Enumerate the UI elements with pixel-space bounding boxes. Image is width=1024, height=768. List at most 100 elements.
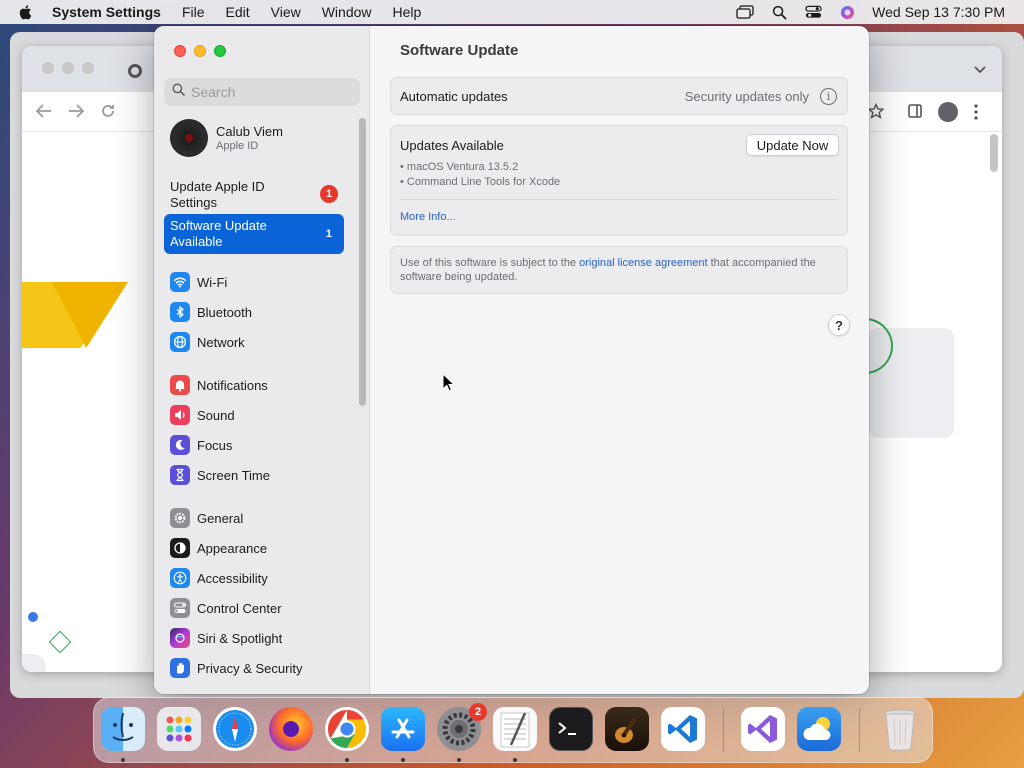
page-title: Software Update [400, 42, 519, 59]
more-info-link[interactable]: More Info... [400, 211, 456, 223]
license-notice-card: Use of this software is subject to the o… [390, 246, 848, 294]
sidebar-item-network[interactable]: Network [170, 331, 245, 353]
finder-icon[interactable] [101, 707, 145, 751]
license-agreement-link[interactable]: original license agreement [579, 257, 707, 269]
zoom-button[interactable] [214, 45, 226, 57]
menu-file[interactable]: File [182, 4, 205, 20]
sidebar-item-update-apple-id[interactable]: Update Apple ID Settings [170, 179, 310, 211]
browser-minimize-light[interactable] [62, 62, 74, 74]
sidebar-item-label: Screen Time [197, 467, 270, 483]
sidebar-item-label: Accessibility [197, 570, 268, 586]
sidebar-item-software-update[interactable]: Software Update Available 1 [164, 214, 344, 254]
sidebar-item-label: Focus [197, 437, 233, 453]
updates-available-card: Updates Available Update Now • macOS Ven… [390, 125, 848, 236]
sidebar-item-general[interactable]: General [170, 507, 243, 529]
menu-bar: System Settings File Edit View Window He… [0, 0, 1024, 24]
siri-icon [170, 628, 190, 648]
forward-arrow-icon[interactable] [68, 104, 85, 123]
sidebar-item-bluetooth[interactable]: Bluetooth [170, 301, 252, 323]
safari-icon[interactable] [213, 707, 257, 751]
visual-studio-icon[interactable] [741, 707, 785, 751]
menu-clock[interactable]: Wed Sep 13 7:30 PM [872, 4, 1005, 20]
minimize-button[interactable] [194, 45, 206, 57]
automatic-updates-label: Automatic updates [400, 89, 508, 104]
dock: 2 [93, 697, 933, 763]
apple-id-account[interactable]: Calub Viem Apple ID [170, 119, 283, 157]
sidebar-item-label: Software Update Available [170, 218, 267, 249]
sidebar-item-notifications[interactable]: Notifications [170, 374, 268, 396]
window-controls [174, 45, 226, 57]
firefox-icon[interactable] [269, 707, 313, 751]
sidebar-item-wifi[interactable]: Wi-Fi [170, 271, 227, 293]
browser-close-light[interactable] [42, 62, 54, 74]
vscode-icon[interactable] [661, 707, 705, 751]
siri-menu-icon[interactable] [838, 4, 856, 20]
info-icon[interactable]: i [820, 88, 837, 105]
update-now-button[interactable]: Update Now [746, 134, 839, 156]
chrome-icon[interactable] [325, 707, 369, 751]
app-store-icon[interactable] [381, 707, 425, 751]
running-indicator [457, 758, 461, 762]
sidebar-item-accessibility[interactable]: Accessibility [170, 567, 268, 589]
sidebar-item-label: Privacy & Security [197, 660, 303, 676]
speaker-icon [170, 405, 190, 425]
sidebar-item-label: Update Apple ID Settings [170, 179, 265, 210]
menu-help[interactable]: Help [393, 4, 422, 20]
menu-window[interactable]: Window [322, 4, 372, 20]
back-arrow-icon[interactable] [35, 104, 52, 123]
control-center-menu-icon[interactable] [804, 4, 822, 20]
browser-zoom-light[interactable] [82, 62, 94, 74]
menu-app-name[interactable]: System Settings [52, 4, 161, 20]
trash-icon[interactable] [878, 707, 922, 751]
license-notice: Use of this software is subject to the o… [400, 256, 838, 284]
updates-available-label: Updates Available [400, 138, 504, 153]
browser-scrollbar[interactable] [990, 134, 998, 172]
license-text-before: Use of this software is subject to the [400, 257, 580, 269]
accessibility-icon [170, 568, 190, 588]
running-indicator [345, 758, 349, 762]
sidebar-item-label: Sound [197, 407, 235, 423]
sidebar-item-control-center[interactable]: Control Center [170, 597, 282, 619]
reload-icon[interactable] [100, 103, 116, 124]
avatar [170, 119, 208, 157]
automatic-updates-row: Automatic updates Security updates only … [390, 77, 848, 115]
tab-list-chevron-icon[interactable] [974, 62, 986, 80]
sidebar-item-sound[interactable]: Sound [170, 404, 235, 426]
chrome-tab-icon [128, 64, 142, 78]
launchpad-icon[interactable] [157, 707, 201, 751]
menu-view[interactable]: View [271, 4, 301, 20]
browser-menu-icon[interactable] [974, 104, 978, 125]
hourglass-icon [170, 465, 190, 485]
automatic-updates-value: Security updates only [684, 89, 809, 104]
sidebar-scrollbar[interactable] [359, 118, 366, 406]
terminal-icon[interactable] [549, 707, 593, 751]
running-indicator [121, 758, 125, 762]
textedit-icon[interactable] [493, 707, 537, 751]
help-button[interactable]: ? [828, 314, 850, 336]
sidebar-item-focus[interactable]: Focus [170, 434, 232, 456]
update-item: • Command Line Tools for Xcode [400, 176, 561, 188]
garageband-icon[interactable] [605, 707, 649, 751]
spotlight-search-icon[interactable] [770, 4, 788, 20]
search-input[interactable] [191, 84, 351, 100]
close-button[interactable] [174, 45, 186, 57]
menu-edit[interactable]: Edit [226, 4, 250, 20]
system-settings-window: Calub Viem Apple ID Update Apple ID Sett… [154, 26, 869, 694]
sidebar-item-screen-time[interactable]: Screen Time [170, 464, 270, 486]
profile-avatar-icon[interactable] [938, 102, 958, 122]
notification-badge: 1 [320, 185, 338, 203]
screen-mirroring-icon[interactable] [736, 4, 754, 20]
sidebar-item-appearance[interactable]: Appearance [170, 537, 267, 559]
apple-menu-icon[interactable] [18, 4, 34, 20]
decorative-green-diamond [48, 630, 72, 654]
account-subtitle: Apple ID [216, 140, 259, 152]
control-center-icon [170, 598, 190, 618]
sidebar-item-siri-spotlight[interactable]: Siri & Spotlight [170, 627, 282, 649]
weather-icon[interactable] [797, 707, 841, 751]
divider [400, 199, 838, 200]
sidebar-item-privacy-security[interactable]: Privacy & Security [170, 657, 302, 679]
wifi-icon [170, 272, 190, 292]
bookmark-star-icon[interactable] [867, 102, 885, 124]
search-field[interactable] [164, 78, 360, 106]
side-panel-icon[interactable] [908, 104, 922, 123]
